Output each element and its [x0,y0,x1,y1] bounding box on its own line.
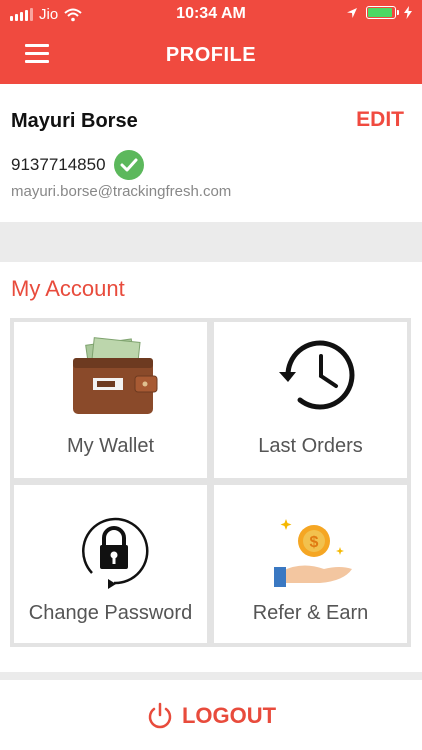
app-header: PROFILE [0,28,422,84]
power-icon [148,702,172,729]
my-wallet-label: My Wallet [66,435,155,457]
last-orders-label: Last Orders [258,435,363,457]
my-wallet-tile[interactable]: My Wallet [14,322,207,478]
logout-label: LOGOUT [181,703,277,728]
status-right [346,6,412,19]
battery-icon [366,6,399,19]
refer-earn-icon: $ [274,519,352,587]
verified-check-icon [113,150,144,180]
account-grid: My Wallet Last Orders Change Password $ … [10,318,411,647]
lock-icon [82,517,149,589]
profile-email: mayuri.borse@trackingfresh.com [11,183,232,200]
refer-earn-tile[interactable]: $ Refer & Earn [214,485,407,643]
refer-earn-label: Refer & Earn [252,602,369,624]
profile-name: Mayuri Borse [11,110,138,132]
last-orders-tile[interactable]: Last Orders [214,322,407,478]
change-password-label: Change Password [28,602,193,624]
profile-card: Mayuri Borse EDIT 9137714850 mayuri.bors… [0,84,422,222]
profile-phone: 9137714850 [11,155,106,174]
status-bar: Jio 10:34 AM [0,0,422,28]
logout-button[interactable]: LOGOUT [0,702,422,730]
charging-icon [404,6,412,19]
svg-text:$: $ [310,534,319,551]
history-icon [279,340,355,410]
page-title: PROFILE [165,44,257,66]
change-password-tile[interactable]: Change Password [14,485,207,643]
wallet-icon [73,337,158,414]
profile-phone-row: 9137714850 [11,150,144,180]
section-divider [0,222,422,262]
bottom-divider [0,672,422,680]
my-account-heading: My Account [11,276,125,301]
edit-button[interactable]: EDIT [356,108,404,132]
location-icon [347,7,357,18]
